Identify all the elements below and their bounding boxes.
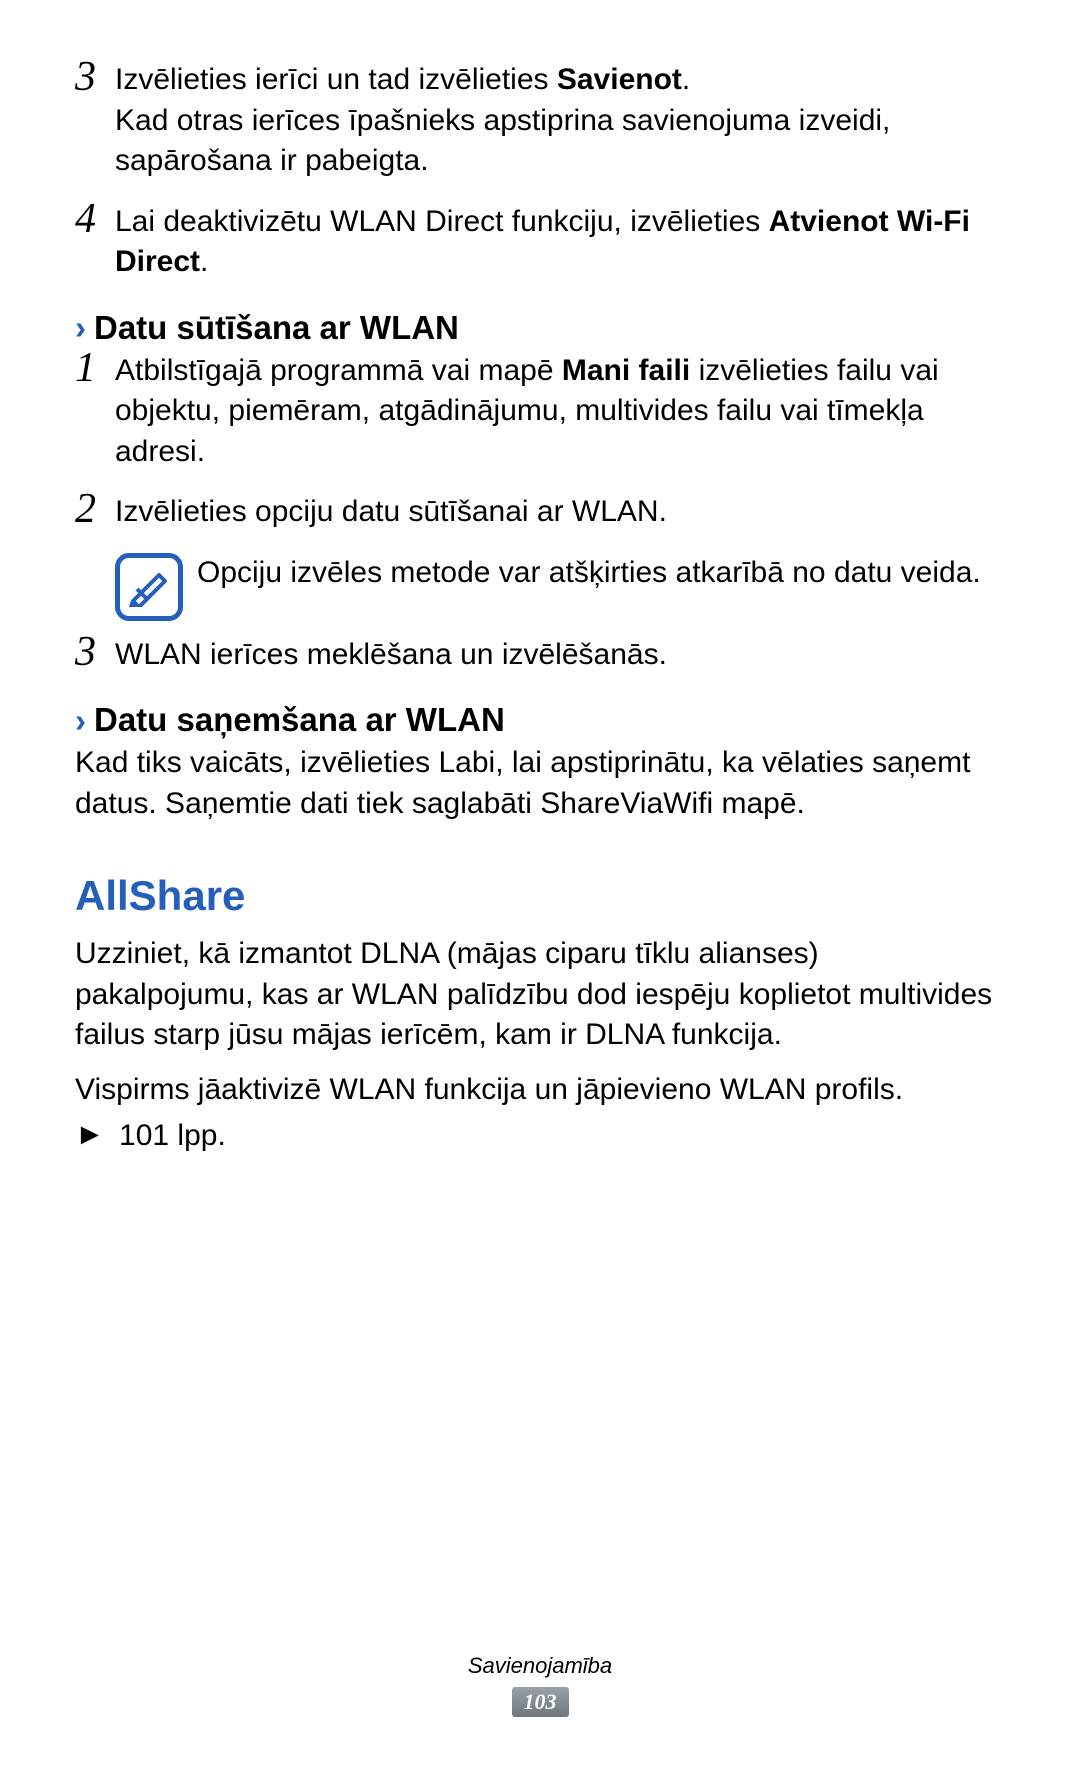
- step-body: Izvēlieties opciju datu sūtīšanai ar WLA…: [115, 492, 1005, 533]
- section-receive-wlan: › Datu saņemšana ar WLAN: [75, 701, 1005, 739]
- page-footer: Savienojamība 103: [0, 1653, 1080, 1717]
- numbered-step: 3Izvēlieties ierīci un tad izvēlieties S…: [75, 60, 1005, 182]
- note-text: Opciju izvēles metode var atšķirties atk…: [197, 553, 1005, 594]
- section-send-wlan: › Datu sūtīšana ar WLAN: [75, 309, 1005, 347]
- step-body: WLAN ierīces meklēšana un izvēlēšanās.: [115, 635, 1005, 676]
- chevron-icon: ›: [75, 704, 86, 737]
- note-icon: [115, 553, 183, 621]
- page: 3Izvēlieties ierīci un tad izvēlieties S…: [0, 0, 1080, 1771]
- numbered-step: 3WLAN ierīces meklēšana un izvēlēšanās.: [75, 635, 1005, 676]
- step-body: Izvēlieties ierīci un tad izvēlieties Sa…: [115, 60, 1005, 182]
- allshare-para-2: Vispirms jāaktivizē WLAN funkcija un jāp…: [75, 1070, 1005, 1111]
- step-body: Lai deaktivizētu WLAN Direct funkciju, i…: [115, 202, 1005, 283]
- info-note: Opciju izvēles metode var atšķirties atk…: [115, 553, 1005, 621]
- step-body: Atbilstīgajā programmā vai mapē Mani fai…: [115, 351, 1005, 473]
- section-title-text: Datu saņemšana ar WLAN: [94, 701, 505, 739]
- step-number: 4: [75, 198, 115, 240]
- cross-ref-text: 101 lpp.: [119, 1119, 226, 1152]
- chevron-icon: ›: [75, 311, 86, 344]
- section-title-receive: › Datu saņemšana ar WLAN: [75, 701, 1005, 739]
- allshare-para-1: Uzziniet, kā izmantot DLNA (mājas ciparu…: [75, 934, 1005, 1056]
- cross-reference: ► 101 lpp.: [75, 1116, 1005, 1157]
- section-title-send: › Datu sūtīšana ar WLAN: [75, 309, 1005, 347]
- step-number: 3: [75, 631, 115, 673]
- triangle-icon: ►: [75, 1115, 105, 1156]
- heading-allshare: AllShare: [75, 872, 1005, 920]
- section-title-text: Datu sūtīšana ar WLAN: [94, 309, 459, 347]
- step-number: 2: [75, 488, 115, 530]
- numbered-step: 2Izvēlieties opciju datu sūtīšanai ar WL…: [75, 492, 1005, 533]
- numbered-step: 4Lai deaktivizētu WLAN Direct funkciju, …: [75, 202, 1005, 283]
- step-extra: Kad otras ierīces īpašnieks apstiprina s…: [115, 101, 1005, 182]
- footer-category: Savienojamība: [0, 1653, 1080, 1679]
- section2-paragraph: Kad tiks vaicāts, izvēlieties Labi, lai …: [75, 743, 1005, 824]
- page-number: 103: [512, 1687, 569, 1717]
- step-number: 3: [75, 56, 115, 98]
- numbered-step: 1Atbilstīgajā programmā vai mapē Mani fa…: [75, 351, 1005, 473]
- step-number: 1: [75, 347, 115, 389]
